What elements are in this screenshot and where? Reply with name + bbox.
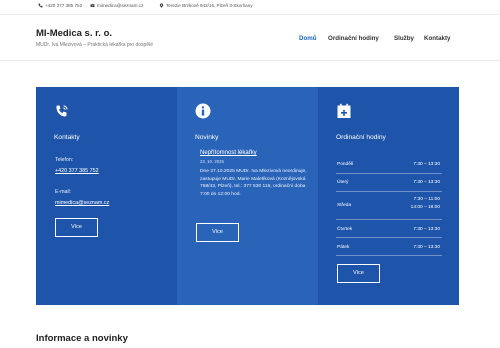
email-label: E-mail: — [55, 189, 72, 195]
news-column: Novinky Nepřítomnost lékařky 23. 10. 202… — [177, 87, 318, 305]
site-header: MI-Medica s. r. o. MUDr. Iva Mlezivová –… — [0, 15, 500, 61]
email-link[interactable]: mimedica@seznam.cz — [55, 200, 109, 206]
nav-office-hours[interactable]: Ordinační hodiny — [328, 35, 379, 42]
news-title: Novinky — [195, 134, 219, 141]
hours-time: 7:30 – 13:30 — [413, 180, 440, 185]
hours-row: Středa 7:30 – 11:00 14:00 – 18:00 — [336, 192, 442, 220]
topbar-phone-text: +420 377 385 752 — [45, 3, 83, 8]
topbar-email-text: mimedica@seznam.cz — [97, 3, 144, 8]
phone-link[interactable]: +420 377 385 752 — [55, 168, 99, 174]
news-more-button[interactable]: Více — [196, 223, 239, 242]
contacts-more-button[interactable]: Více — [55, 218, 98, 237]
hours-row: Pondělí 7:30 – 13:30 — [336, 157, 442, 174]
topbar-address-text: Terezie Brzkové 942/16, Plzeň 3-Skvrňany — [166, 3, 253, 8]
info-icon — [195, 103, 211, 119]
info-panel: Kontakty Telefon: +420 377 385 752 E-mai… — [36, 87, 459, 305]
contacts-column: Kontakty Telefon: +420 377 385 752 E-mai… — [36, 87, 177, 305]
hours-more-button[interactable]: Více — [337, 264, 380, 283]
nav-services[interactable]: Služby — [394, 35, 414, 42]
calendar-plus-icon — [337, 103, 351, 118]
nav-contacts[interactable]: Kontakty — [424, 35, 450, 42]
hours-day: Úterý — [337, 180, 349, 185]
hours-day: Čtvrtek — [337, 227, 353, 232]
hours-time: 7:30 – 13:30 — [413, 162, 440, 167]
hours-time-afternoon: 14:00 – 18:00 — [410, 205, 440, 210]
news-item-date: 23. 10. 2025 — [200, 159, 224, 164]
hours-row: Pátek 7:30 – 13:30 — [336, 238, 442, 256]
hours-title: Ordinační hodiny — [336, 134, 386, 141]
hours-day: Pátek — [337, 245, 350, 250]
hours-time: 7:30 – 13:30 — [413, 245, 440, 250]
section-title: Informace a novinky — [36, 333, 128, 344]
hours-time: 7:30 – 13:30 — [413, 227, 440, 232]
phone-signal-icon — [56, 105, 68, 117]
topbar-email[interactable]: mimedica@seznam.cz — [90, 3, 143, 8]
hours-row: Čtvrtek 7:30 – 13:30 — [336, 220, 442, 238]
topbar-phone[interactable]: +420 377 385 752 — [38, 3, 82, 8]
news-item-text: Dne 27.10.2025 MUDr. Iva Mlezivová neord… — [200, 169, 307, 198]
phone-icon — [38, 3, 43, 8]
hours-day: Středa — [337, 203, 352, 208]
news-item-title[interactable]: Nepřítomnost lékařky — [200, 150, 257, 156]
top-contact-bar: +420 377 385 752 mimedica@seznam.cz Tere… — [0, 0, 500, 15]
mail-icon — [90, 3, 95, 7]
map-pin-icon — [159, 3, 164, 8]
phone-label: Telefon: — [55, 157, 74, 163]
hours-row: Úterý 7:30 – 13:30 — [336, 174, 442, 192]
site-brand[interactable]: MI-Medica s. r. o. — [36, 28, 112, 39]
hours-day: Pondělí — [337, 162, 354, 167]
topbar-address: Terezie Brzkové 942/16, Plzeň 3-Skvrňany — [159, 3, 253, 8]
site-tagline: MUDr. Iva Mlezivová – Praktická lékařka … — [36, 42, 153, 48]
hours-column: Ordinační hodiny Pondělí 7:30 – 13:30 Út… — [318, 87, 459, 305]
contacts-title: Kontakty — [54, 134, 80, 141]
nav-home[interactable]: Domů — [299, 35, 317, 42]
